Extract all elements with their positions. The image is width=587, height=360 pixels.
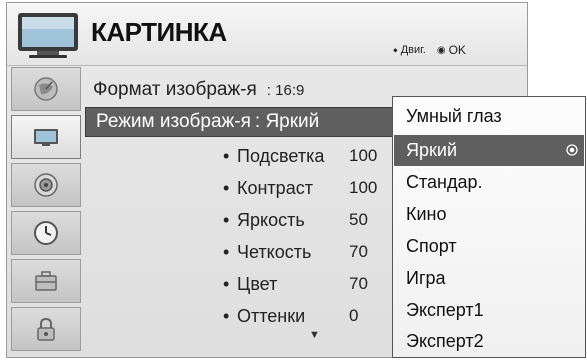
sidebar-item-options[interactable] [11, 259, 81, 303]
setting-label: Оттенки [237, 306, 306, 326]
page-title: КАРТИНКА [91, 17, 227, 47]
sidebar-item-sound[interactable] [11, 163, 81, 207]
setting-value: 50 [349, 210, 368, 229]
setting-label: Яркость [237, 210, 305, 230]
toolbox-icon [35, 271, 57, 291]
dropdown-option-smart-eye[interactable]: Умный глаз [394, 101, 584, 132]
picture-mode-value: : Яркий [254, 111, 320, 132]
setting-value: 70 [349, 242, 368, 261]
dropdown-option-expert1[interactable]: Эксперт1 [394, 295, 584, 326]
setting-value: 0 [349, 306, 359, 325]
dropdown-option-game[interactable]: Игра [394, 263, 584, 294]
dropdown-option-sport[interactable]: Спорт [394, 231, 584, 262]
navigation-hint: ⬩ Двиг. ◉ OK [393, 43, 466, 57]
picture-mode-dropdown: Умный глаз Яркий Стандар. Кино Спорт Игр… [392, 96, 586, 358]
setting-label: Подсветка [237, 146, 325, 166]
dropdown-option-expert2[interactable]: Эксперт2 [394, 326, 584, 357]
bullet: • [223, 178, 230, 198]
sidebar-item-time[interactable] [11, 211, 81, 255]
dropdown-option-standard[interactable]: Стандар. [394, 167, 584, 198]
setting-label: Четкость [237, 242, 312, 262]
dropdown-option-vivid[interactable]: Яркий [394, 135, 584, 166]
setting-label: Контраст [237, 178, 313, 198]
tv-screen-icon [34, 129, 58, 146]
bullet: • [223, 210, 230, 230]
satellite-dish-icon [34, 77, 58, 101]
radio-selected-icon [566, 144, 578, 156]
bullet: • [223, 274, 230, 294]
setting-value: 100 [349, 178, 378, 197]
menu-header: КАРТИНКА ⬩ Двиг. ◉ OK [7, 3, 527, 66]
speaker-icon [34, 173, 58, 197]
bullet: • [223, 146, 230, 166]
sidebar-item-picture[interactable] [11, 115, 81, 159]
sidebar-item-lock[interactable] [11, 307, 81, 351]
ok-circle-icon: ◉ [436, 44, 446, 56]
ok-hint-label: OK [448, 43, 466, 57]
four-way-arrow-icon: ⬩ [393, 42, 398, 57]
move-hint-label: Двиг. [400, 44, 426, 56]
scroll-down-arrow-icon[interactable]: ▼ [309, 329, 320, 341]
sidebar-item-channels[interactable] [11, 67, 81, 111]
clock-icon [34, 221, 58, 245]
aspect-ratio-value: : 16:9 [266, 81, 305, 99]
tv-icon [18, 13, 78, 58]
bullet: • [223, 306, 230, 326]
padlock-icon [37, 317, 55, 341]
dropdown-option-label: Яркий [406, 140, 457, 160]
aspect-ratio-label: Формат изображ-я [93, 79, 257, 100]
bullet: • [223, 242, 230, 262]
picture-mode-label: Режим изображ-я [96, 111, 251, 132]
setting-label: Цвет [237, 274, 278, 294]
setting-value: 100 [349, 146, 378, 165]
setting-value: 70 [349, 274, 368, 293]
dropdown-option-cinema[interactable]: Кино [394, 199, 584, 230]
category-sidebar [7, 65, 85, 357]
